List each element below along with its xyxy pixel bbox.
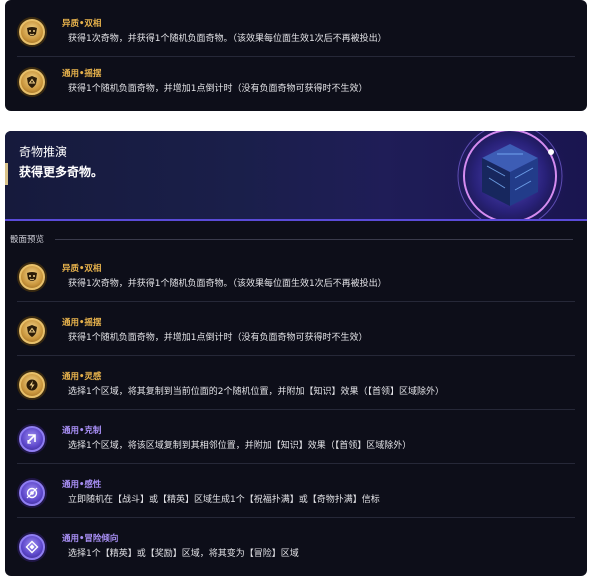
section-label: 骰面预览: [10, 235, 45, 245]
effect-row: 通用•冒险倾向 选择1个【精英】或【奖励】区域，将其变为【冒险】区域: [5, 522, 587, 572]
effect-desc: 获得1次奇物，并获得1个随机负面奇物。（该效果每位面生效1次后不再被投出）: [68, 279, 387, 289]
effect-desc: 获得1个随机负面奇物，并增加1点倒计时（没有负面奇物可获得时不生效）: [68, 333, 368, 343]
effect-title: 通用•灵感: [62, 372, 102, 382]
dice-header: 奇物推演 获得更多奇物。: [5, 131, 587, 221]
top-effect-row: 异质•双相 获得1次奇物，并获得1个随机负面奇物。（该效果每位面生效1次后不再被…: [5, 7, 587, 57]
mask-icon: [19, 264, 45, 290]
row-divider: [17, 301, 575, 302]
arrow-restrain-icon: [19, 426, 45, 452]
effect-desc: 选择1个区域，将其复制到当前位面的2个随机位置，并附加【知识】效果（【首领】区域…: [68, 387, 444, 397]
effect-row: 异质•双相 获得1次奇物，并获得1个随机负面奇物。（该效果每位面生效1次后不再被…: [5, 252, 587, 302]
cube-artwork: [450, 131, 570, 219]
lightning-icon: [19, 372, 45, 398]
effect-row: 通用•灵感 选择1个区域，将其复制到当前位面的2个随机位置，并附加【知识】效果（…: [5, 360, 587, 410]
header-accent-bar: [5, 163, 8, 185]
row-divider: [17, 463, 575, 464]
effect-title: 通用•感性: [62, 480, 102, 490]
effect-title: 通用•冒险倾向: [62, 534, 119, 544]
effect-desc: 选择1个【精英】或【奖励】区域，将其变为【冒险】区域: [68, 549, 299, 559]
mask-icon: [19, 19, 45, 45]
shield-swing-icon: [19, 318, 45, 344]
row-divider: [17, 409, 575, 410]
eye-icon: [19, 480, 45, 506]
top-effects-panel: 异质•双相 获得1次奇物，并获得1个随机负面奇物。（该效果每位面生效1次后不再被…: [5, 0, 587, 111]
effect-title: 异质•双相: [62, 19, 102, 29]
dice-description: 获得更多奇物。: [19, 165, 104, 179]
effect-title: 通用•克制: [62, 426, 102, 436]
effect-desc: 获得1次奇物，并获得1个随机负面奇物。（该效果每位面生效1次后不再被投出）: [68, 34, 387, 44]
dice-detail-panel: 奇物推演 获得更多奇物。 骰面预览 异质•双相 获得1次奇物，并获得1个随机负面…: [5, 131, 587, 576]
effect-title: 异质•双相: [62, 264, 102, 274]
row-divider: [17, 355, 575, 356]
effect-desc: 立即随机在【战斗】或【精英】区域生成1个【祝福扑满】或【奇物扑满】信标: [68, 495, 380, 505]
diamond-icon: [19, 534, 45, 560]
top-effect-row: 通用•摇摆 获得1个随机负面奇物，并增加1点倒计时（没有负面奇物可获得时不生效）: [5, 57, 587, 107]
row-divider: [17, 517, 575, 518]
effect-desc: 选择1个区域，将该区域复制到其相邻位置，并附加【知识】效果（【首领】区域除外）: [68, 441, 412, 451]
effect-row: 通用•感性 立即随机在【战斗】或【精英】区域生成1个【祝福扑满】或【奇物扑满】信…: [5, 468, 587, 518]
effect-desc: 获得1个随机负面奇物，并增加1点倒计时（没有负面奇物可获得时不生效）: [68, 84, 368, 94]
effect-title: 通用•摇摆: [62, 318, 102, 328]
effect-title: 通用•摇摆: [62, 69, 102, 79]
effect-row: 通用•摇摆 获得1个随机负面奇物，并增加1点倒计时（没有负面奇物可获得时不生效）: [5, 306, 587, 356]
shield-swing-icon: [19, 69, 45, 95]
effect-row: 通用•克制 选择1个区域，将该区域复制到其相邻位置，并附加【知识】效果（【首领】…: [5, 414, 587, 464]
section-divider: [55, 239, 573, 240]
dice-title: 奇物推演: [19, 145, 68, 159]
